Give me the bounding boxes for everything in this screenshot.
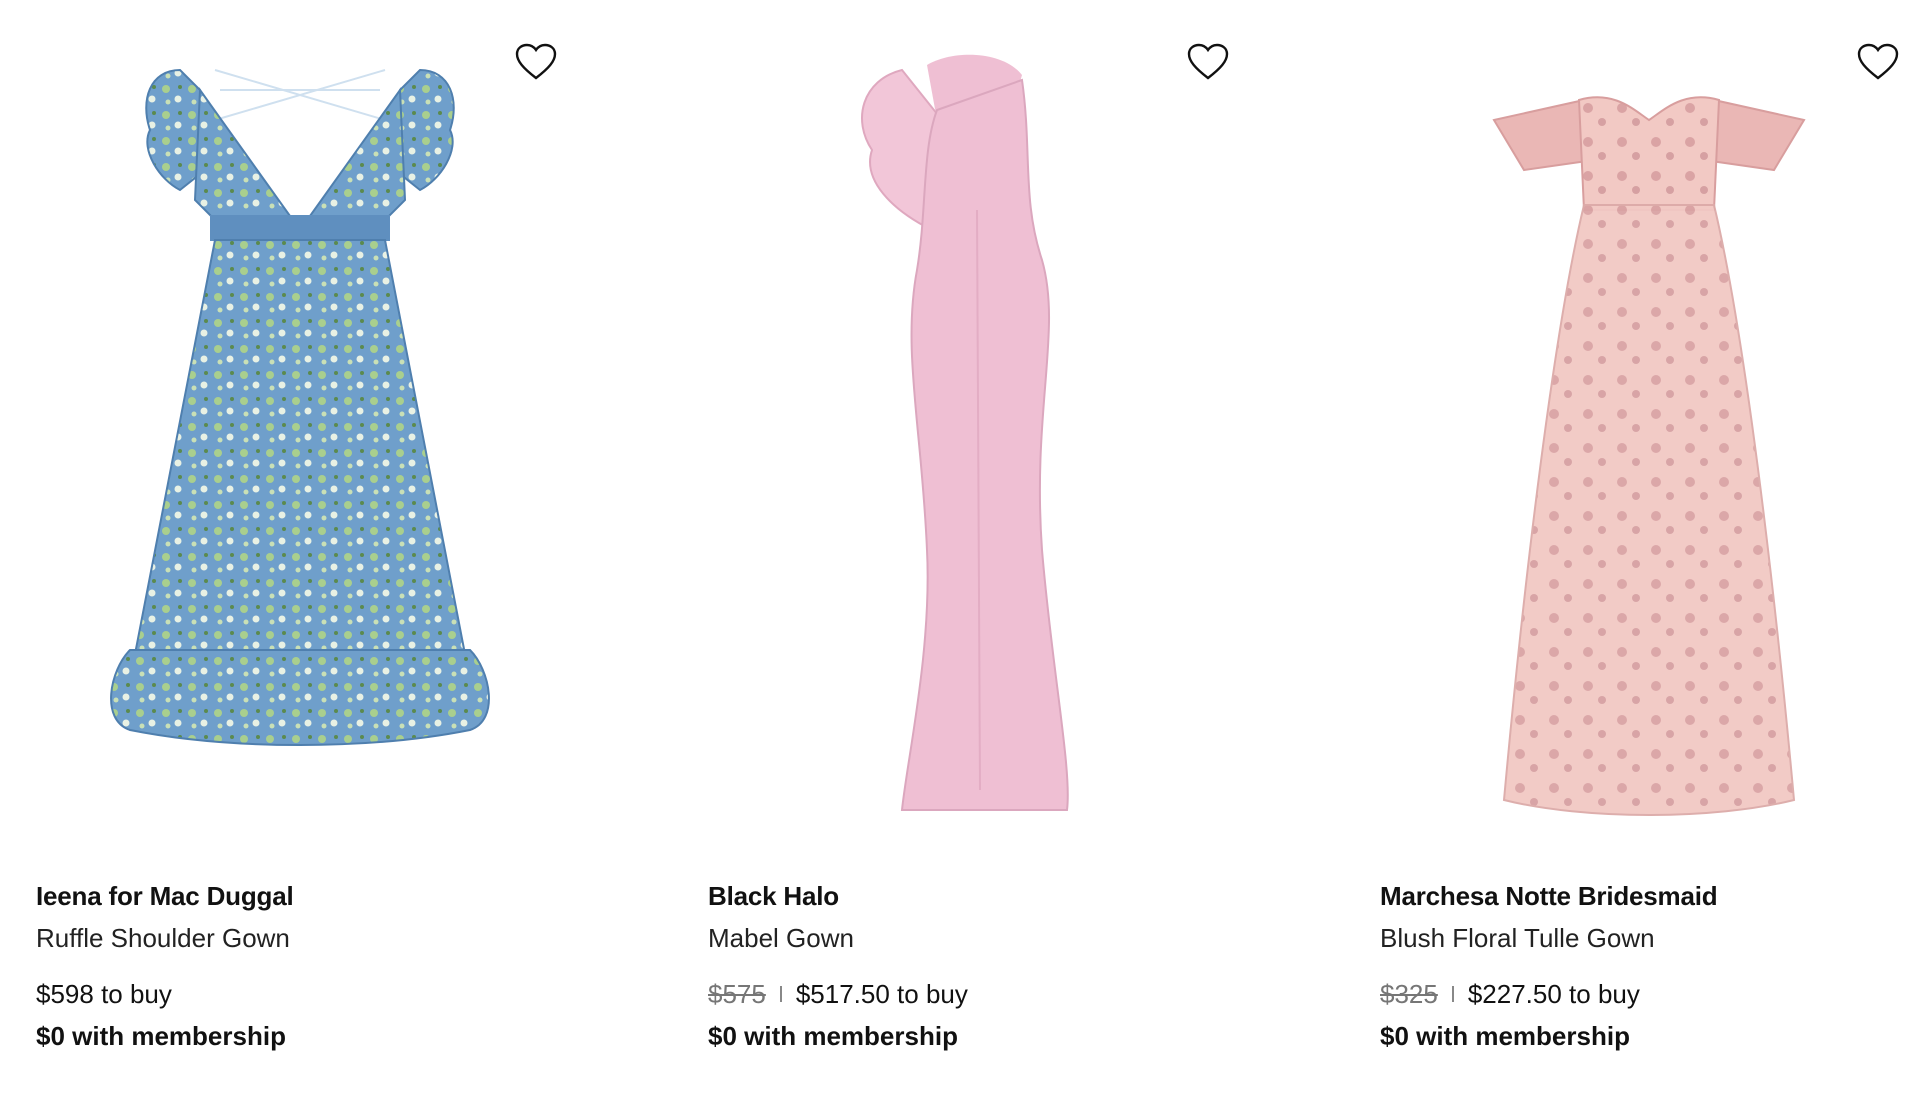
blue-floral-ruffle-gown-image	[110, 68, 490, 746]
product-image[interactable]	[30, 30, 590, 850]
product-card[interactable]: Marchesa Notte Bridesmaid Blush Floral T…	[1344, 0, 1930, 1112]
buy-price: $517.50 to buy	[795, 979, 968, 1009]
product-name[interactable]: Mabel Gown	[708, 918, 1288, 958]
price-row: $575 $517.50 to buy	[708, 974, 1288, 1014]
product-image[interactable]	[702, 30, 1262, 850]
buy-price: $598 to buy	[36, 979, 172, 1009]
price-divider	[779, 986, 782, 1002]
product-name[interactable]: Ruffle Shoulder Gown	[36, 918, 616, 958]
buy-price: $227.50 to buy	[1467, 979, 1640, 1009]
price-row: $325 $227.50 to buy	[1380, 974, 1930, 1014]
product-card[interactable]: Ieena for Mac Duggal Ruffle Shoulder Gow…	[0, 0, 640, 1112]
product-info: Marchesa Notte Bridesmaid Blush Floral T…	[1380, 876, 1930, 1056]
original-price: $325	[1380, 979, 1438, 1009]
membership-price: $0 with membership	[708, 1021, 958, 1051]
product-brand[interactable]: Ieena for Mac Duggal	[36, 876, 616, 916]
product-card[interactable]: Black Halo Mabel Gown $575 $517.50 to bu…	[672, 0, 1312, 1112]
favorite-heart-icon[interactable]	[514, 40, 558, 84]
original-price: $575	[708, 979, 766, 1009]
product-brand[interactable]: Marchesa Notte Bridesmaid	[1380, 876, 1930, 916]
pink-one-shoulder-gown-image	[861, 54, 1069, 811]
favorite-heart-icon[interactable]	[1186, 40, 1230, 84]
product-brand[interactable]: Black Halo	[708, 876, 1288, 916]
membership-price: $0 with membership	[1380, 1021, 1630, 1051]
product-name[interactable]: Blush Floral Tulle Gown	[1380, 918, 1930, 958]
product-info: Black Halo Mabel Gown $575 $517.50 to bu…	[708, 876, 1288, 1056]
favorite-heart-icon[interactable]	[1856, 40, 1900, 84]
price-divider	[1451, 986, 1454, 1002]
price-row: $598 to buy	[36, 974, 616, 1014]
product-grid: Ieena for Mac Duggal Ruffle Shoulder Gow…	[0, 0, 1930, 1112]
membership-price: $0 with membership	[36, 1021, 286, 1051]
product-info: Ieena for Mac Duggal Ruffle Shoulder Gow…	[36, 876, 616, 1056]
blush-floral-tulle-gown-image	[1492, 96, 1806, 816]
product-image[interactable]	[1374, 30, 1930, 850]
